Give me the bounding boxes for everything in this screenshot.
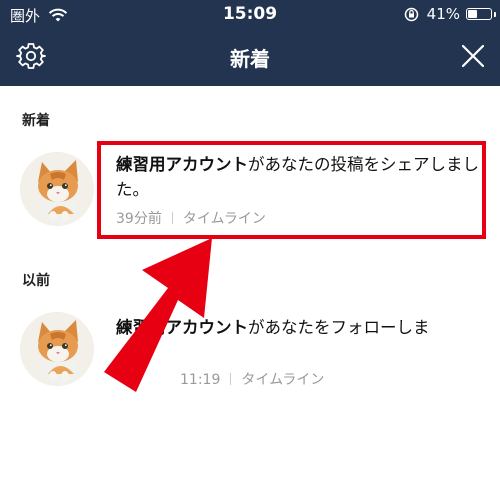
rotation-lock-icon [404, 7, 418, 21]
notification-text[interactable]: 練習用アカウントがあなたをフォローしま [116, 315, 496, 340]
page-title: 新着 [230, 47, 270, 71]
close-icon[interactable] [460, 43, 486, 69]
section-label-new: 新着 [22, 113, 50, 129]
status-bar: 圏外 15:09 41% [0, 0, 500, 28]
app-header: 新着 [0, 28, 500, 86]
battery-icon [466, 8, 496, 20]
avatar[interactable] [20, 312, 94, 386]
battery-percent: 41% [426, 5, 460, 23]
battery-level [468, 10, 477, 18]
kitten-avatar-image [20, 312, 94, 386]
status-right: 41% [404, 5, 496, 23]
battery-tip [494, 12, 496, 17]
notification-source: タイムライン [241, 372, 325, 388]
section-label-previous: 以前 [22, 273, 50, 289]
avatar[interactable] [20, 152, 94, 226]
notification-actor: 練習用アカウント [116, 318, 248, 337]
highlight-box [97, 141, 486, 239]
notification-message: があなたをフォローしま [248, 318, 430, 337]
meta-separator [230, 373, 232, 385]
kitten-avatar-image [20, 152, 94, 226]
notification-meta: 11:19 タイムライン [180, 369, 324, 389]
notification-time: 11:19 [180, 372, 221, 388]
